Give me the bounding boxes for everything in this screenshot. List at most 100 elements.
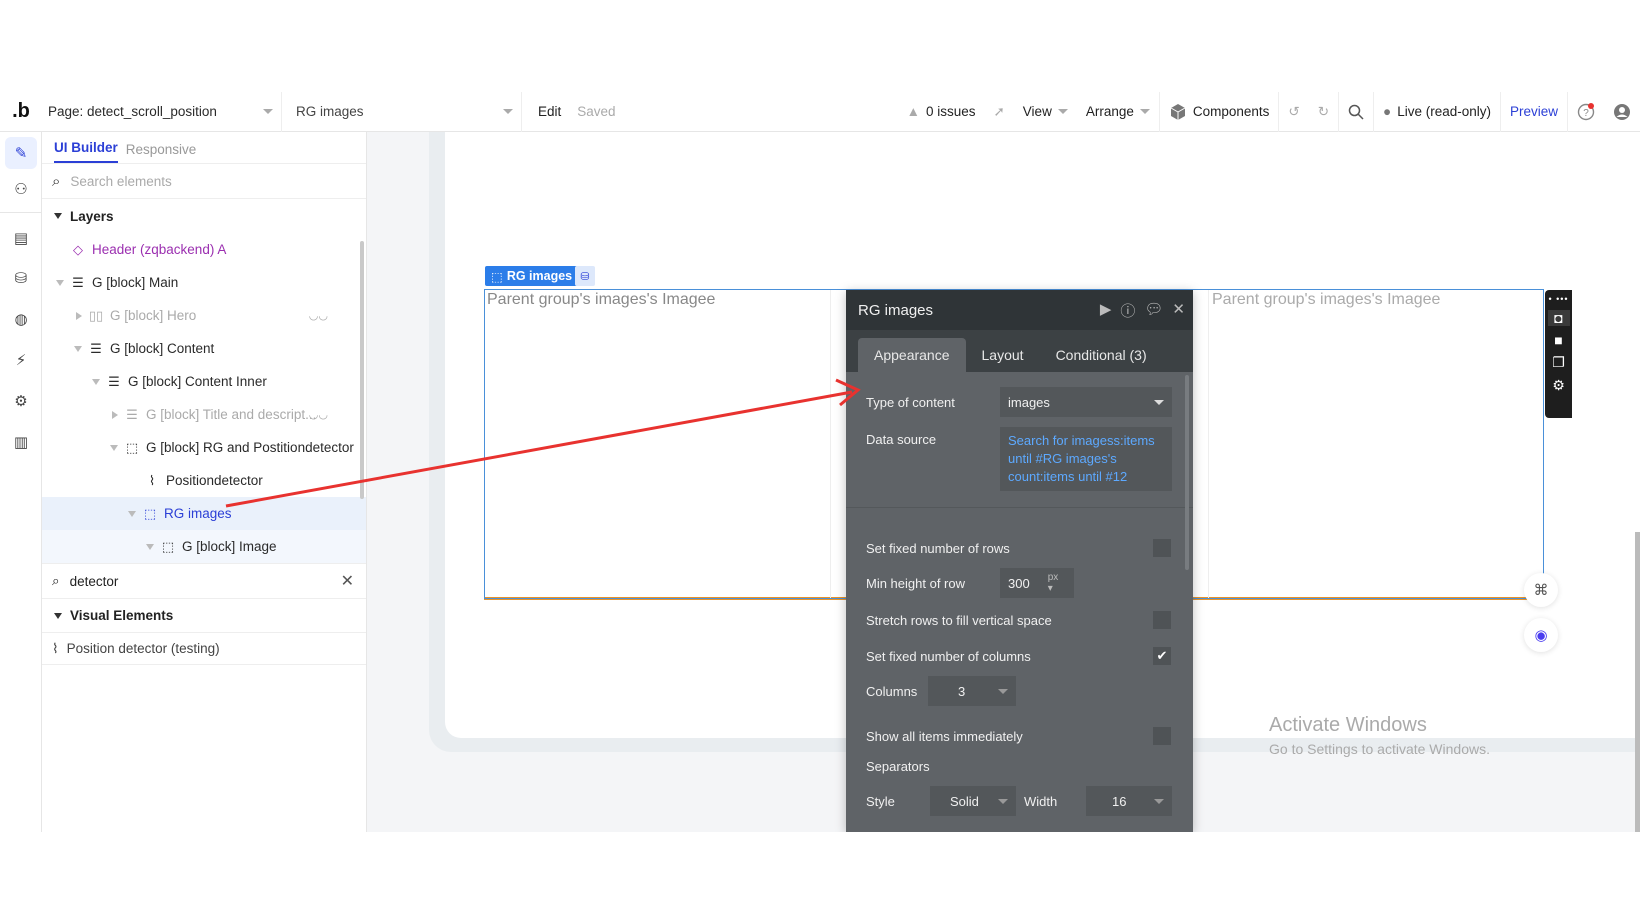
hidden-eye-icon[interactable]: ◡◡ [309, 408, 328, 421]
preview-button[interactable]: Preview [1499, 92, 1567, 132]
layer-item[interactable]: ☰ G [block] Title and descript... ◡◡ [42, 398, 366, 431]
view-menu[interactable]: View [1014, 92, 1077, 132]
layer-item[interactable]: ▯▯ G [block] Hero ◡◡ [42, 299, 366, 332]
layer-item[interactable]: ◇ Header (zqbackend) A [42, 233, 366, 266]
arrange-menu[interactable]: Arrange [1077, 92, 1159, 132]
selected-element-tag[interactable]: ⬚ RG images [485, 266, 579, 286]
layers-section-header[interactable]: Layers [42, 199, 366, 233]
layer-item-selected[interactable]: ⬚ RG images [42, 497, 366, 530]
help-button[interactable]: ? [1567, 92, 1604, 132]
account-button[interactable] [1604, 92, 1640, 132]
layer-label: Header (zqbackend) A [92, 242, 227, 257]
property-editor-scrollbar[interactable] [1185, 375, 1189, 570]
chevron-down-icon [1154, 399, 1164, 405]
stretch-rows-checkbox[interactable] [1153, 611, 1171, 629]
layer-item[interactable]: ☰ G [block] Main [42, 266, 366, 299]
bubble-logo[interactable]: .b [0, 100, 42, 123]
tab-ui-builder[interactable]: UI Builder [54, 140, 118, 163]
workflow-tab[interactable]: ⚇ [5, 173, 37, 205]
shortcuts-button[interactable]: ⌘ [1524, 573, 1558, 607]
rail-divider [0, 212, 42, 213]
close-icon[interactable]: ✕ [1172, 300, 1185, 321]
undo-button[interactable]: ↺ [1278, 92, 1308, 132]
more-dots-icon[interactable]: • ••• [1548, 294, 1568, 304]
info-icon[interactable]: ⓘ [1120, 300, 1135, 321]
data-tab[interactable]: ▤ [5, 222, 37, 254]
gear-icon[interactable]: ⚙ [1552, 377, 1565, 394]
fixed-rows-checkbox[interactable] [1153, 539, 1171, 557]
clear-search-icon[interactable]: ✕ [341, 571, 354, 591]
comment-icon[interactable]: 💬︎ [1144, 300, 1163, 321]
unit-label: px [1047, 572, 1059, 583]
edit-menu[interactable]: Edit [538, 104, 561, 119]
inspect-cursor-button[interactable]: ➚ [984, 92, 1013, 132]
window-capture-icon[interactable]: ❐ [1552, 354, 1565, 371]
tab-responsive[interactable]: Responsive [126, 142, 197, 163]
settings-tab[interactable]: ⚙ [5, 385, 37, 417]
expand-triangle-icon[interactable] [92, 378, 100, 385]
top-bar: .b Page: detect_scroll_position RG image… [0, 92, 1640, 132]
expand-triangle-icon[interactable] [56, 279, 64, 286]
tab-conditional[interactable]: Conditional (3) [1040, 338, 1163, 372]
property-editor-header[interactable]: RG images ▶ ⓘ 💬︎ ✕ [846, 290, 1193, 330]
layer-item[interactable]: ⬚ G [block] RG and Postitiondetector [42, 431, 366, 464]
visual-elements-section-header[interactable]: Visual Elements [42, 599, 366, 633]
server-icon: ▤ [13, 230, 29, 247]
section-divider [846, 507, 1193, 508]
hidden-eye-icon[interactable]: ◡◡ [309, 309, 328, 322]
tab-layout[interactable]: Layout [966, 338, 1040, 372]
layer-item[interactable]: ⬚ G [block] Image [42, 530, 366, 563]
layer-item[interactable]: ☰ G [block] Content Inner [42, 365, 366, 398]
assistant-button[interactable]: ◉ [1524, 618, 1558, 652]
cube-icon [1170, 103, 1186, 120]
type-of-content-select[interactable]: images [1000, 387, 1172, 417]
separators-row: Separators [846, 756, 1193, 776]
expand-triangle-icon[interactable] [76, 311, 82, 320]
components-button[interactable]: Components [1158, 92, 1279, 132]
issues-button[interactable]: ▲ 0 issues [898, 92, 985, 132]
page-selector[interactable]: Page: detect_scroll_position [42, 92, 282, 132]
unit-select[interactable]: px ▾ [1048, 572, 1066, 594]
design-tab[interactable]: ✎ [5, 137, 37, 169]
data-source-tag[interactable]: ⛁ [575, 266, 595, 286]
selected-element-name: RG images [506, 269, 573, 283]
expand-triangle-icon[interactable] [74, 345, 82, 352]
element-search-field[interactable]: ⌕ Search elements [42, 164, 366, 199]
data-source-expression[interactable]: Search for imagess:items until #RG image… [1000, 427, 1172, 491]
element-selector[interactable]: RG images [282, 92, 522, 132]
separator-style-select[interactable]: Solid [930, 786, 1016, 816]
min-height-input[interactable]: 300 px ▾ [1000, 568, 1074, 598]
expand-triangle-icon[interactable] [128, 510, 136, 517]
fixed-columns-checkbox[interactable]: ✔ [1153, 647, 1171, 665]
tab-appearance[interactable]: Appearance [858, 338, 966, 372]
database-tab[interactable]: ⛁ [5, 262, 37, 294]
redo-button[interactable]: ↻ [1309, 92, 1338, 132]
search-button[interactable] [1338, 92, 1373, 132]
layers-scrollbar[interactable] [360, 241, 364, 499]
visual-element-item[interactable]: ⌇ Position detector (testing) [42, 633, 366, 665]
video-camera-icon[interactable]: ■ [1554, 332, 1562, 348]
visual-elements-title: Visual Elements [70, 608, 174, 623]
layer-item[interactable]: ☰ G [block] Content [42, 332, 366, 365]
chevron-down-icon [998, 798, 1008, 804]
live-version-button[interactable]: ● Live (read-only) [1373, 92, 1500, 132]
layer-item[interactable]: ⌇ Positiondetector [42, 464, 366, 497]
expand-triangle-icon[interactable] [146, 543, 154, 550]
separator-width-select[interactable]: 16 [1086, 786, 1172, 816]
expand-triangle-icon[interactable] [110, 444, 118, 451]
width-label: Width [1024, 793, 1058, 809]
columns-select[interactable]: 3 [928, 676, 1016, 706]
type-of-content-label: Type of content [866, 394, 955, 410]
canvas-scrollbar[interactable] [1635, 532, 1640, 832]
styles-tab[interactable]: ◍ [5, 303, 37, 335]
play-icon[interactable]: ▶ [1100, 300, 1112, 321]
data-source-label: Data source [866, 432, 937, 447]
expand-triangle-icon[interactable] [112, 410, 118, 419]
chevron-down-icon [1139, 109, 1150, 114]
visual-elements-search-field[interactable]: ⌕ detector ✕ [42, 563, 366, 599]
plugins-tab[interactable]: ⚡ [5, 344, 37, 376]
logs-tab[interactable]: ▥ [5, 426, 37, 458]
show-all-checkbox[interactable] [1153, 727, 1171, 745]
min-height-value: 300 [1008, 575, 1030, 591]
camera-icon[interactable]: ◘ [1547, 310, 1570, 326]
